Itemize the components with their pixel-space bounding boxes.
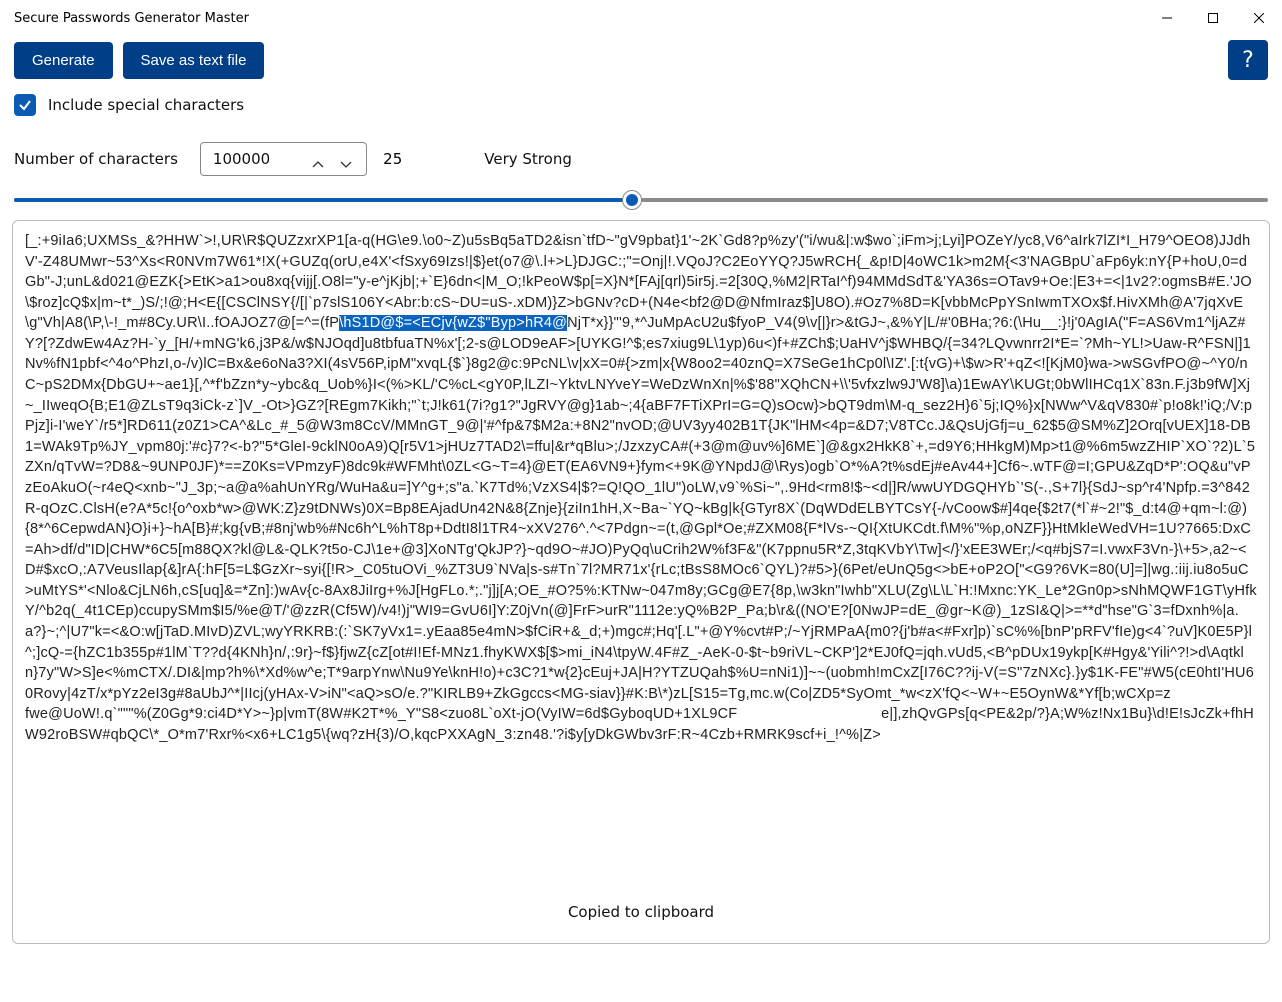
include-special-label: Include special characters — [48, 96, 244, 114]
help-button[interactable]: ? — [1228, 40, 1268, 80]
numchars-spinner[interactable]: 100000 — [200, 142, 367, 176]
toast-copied: Copied to clipboard — [546, 895, 736, 929]
save-text-button[interactable]: Save as text file — [123, 42, 265, 79]
password-output[interactable]: [_:+9iIa6;UXMSs_&?HHW`>!,UR\R$QUZzxrXP1[… — [13, 221, 1269, 755]
spinner-up-icon[interactable] — [312, 155, 324, 163]
close-button[interactable] — [1236, 2, 1282, 34]
generate-button[interactable]: Generate — [14, 42, 113, 79]
minimize-button[interactable] — [1144, 2, 1190, 34]
slider-track[interactable] — [14, 198, 1268, 202]
slider-thumb[interactable] — [622, 190, 642, 210]
strength-text: Very Strong — [484, 150, 572, 168]
maximize-button[interactable] — [1190, 2, 1236, 34]
spinner-down-icon[interactable] — [340, 155, 352, 163]
output-selection: \hS1D@$=<ECjv{wZ$"Byp>hR4@ — [339, 315, 567, 331]
include-special-checkbox[interactable] — [14, 94, 36, 116]
output-text-post: NjT*x}}"'9,*^JuMpAcU2u$fyoP_V4(9\v[|}r>&… — [25, 315, 1270, 743]
numchars-label: Number of characters — [14, 150, 178, 168]
strength-number: 25 — [383, 150, 402, 168]
window-title: Secure Passwords Generator Master — [14, 11, 249, 26]
numchars-value: 100000 — [201, 150, 298, 168]
